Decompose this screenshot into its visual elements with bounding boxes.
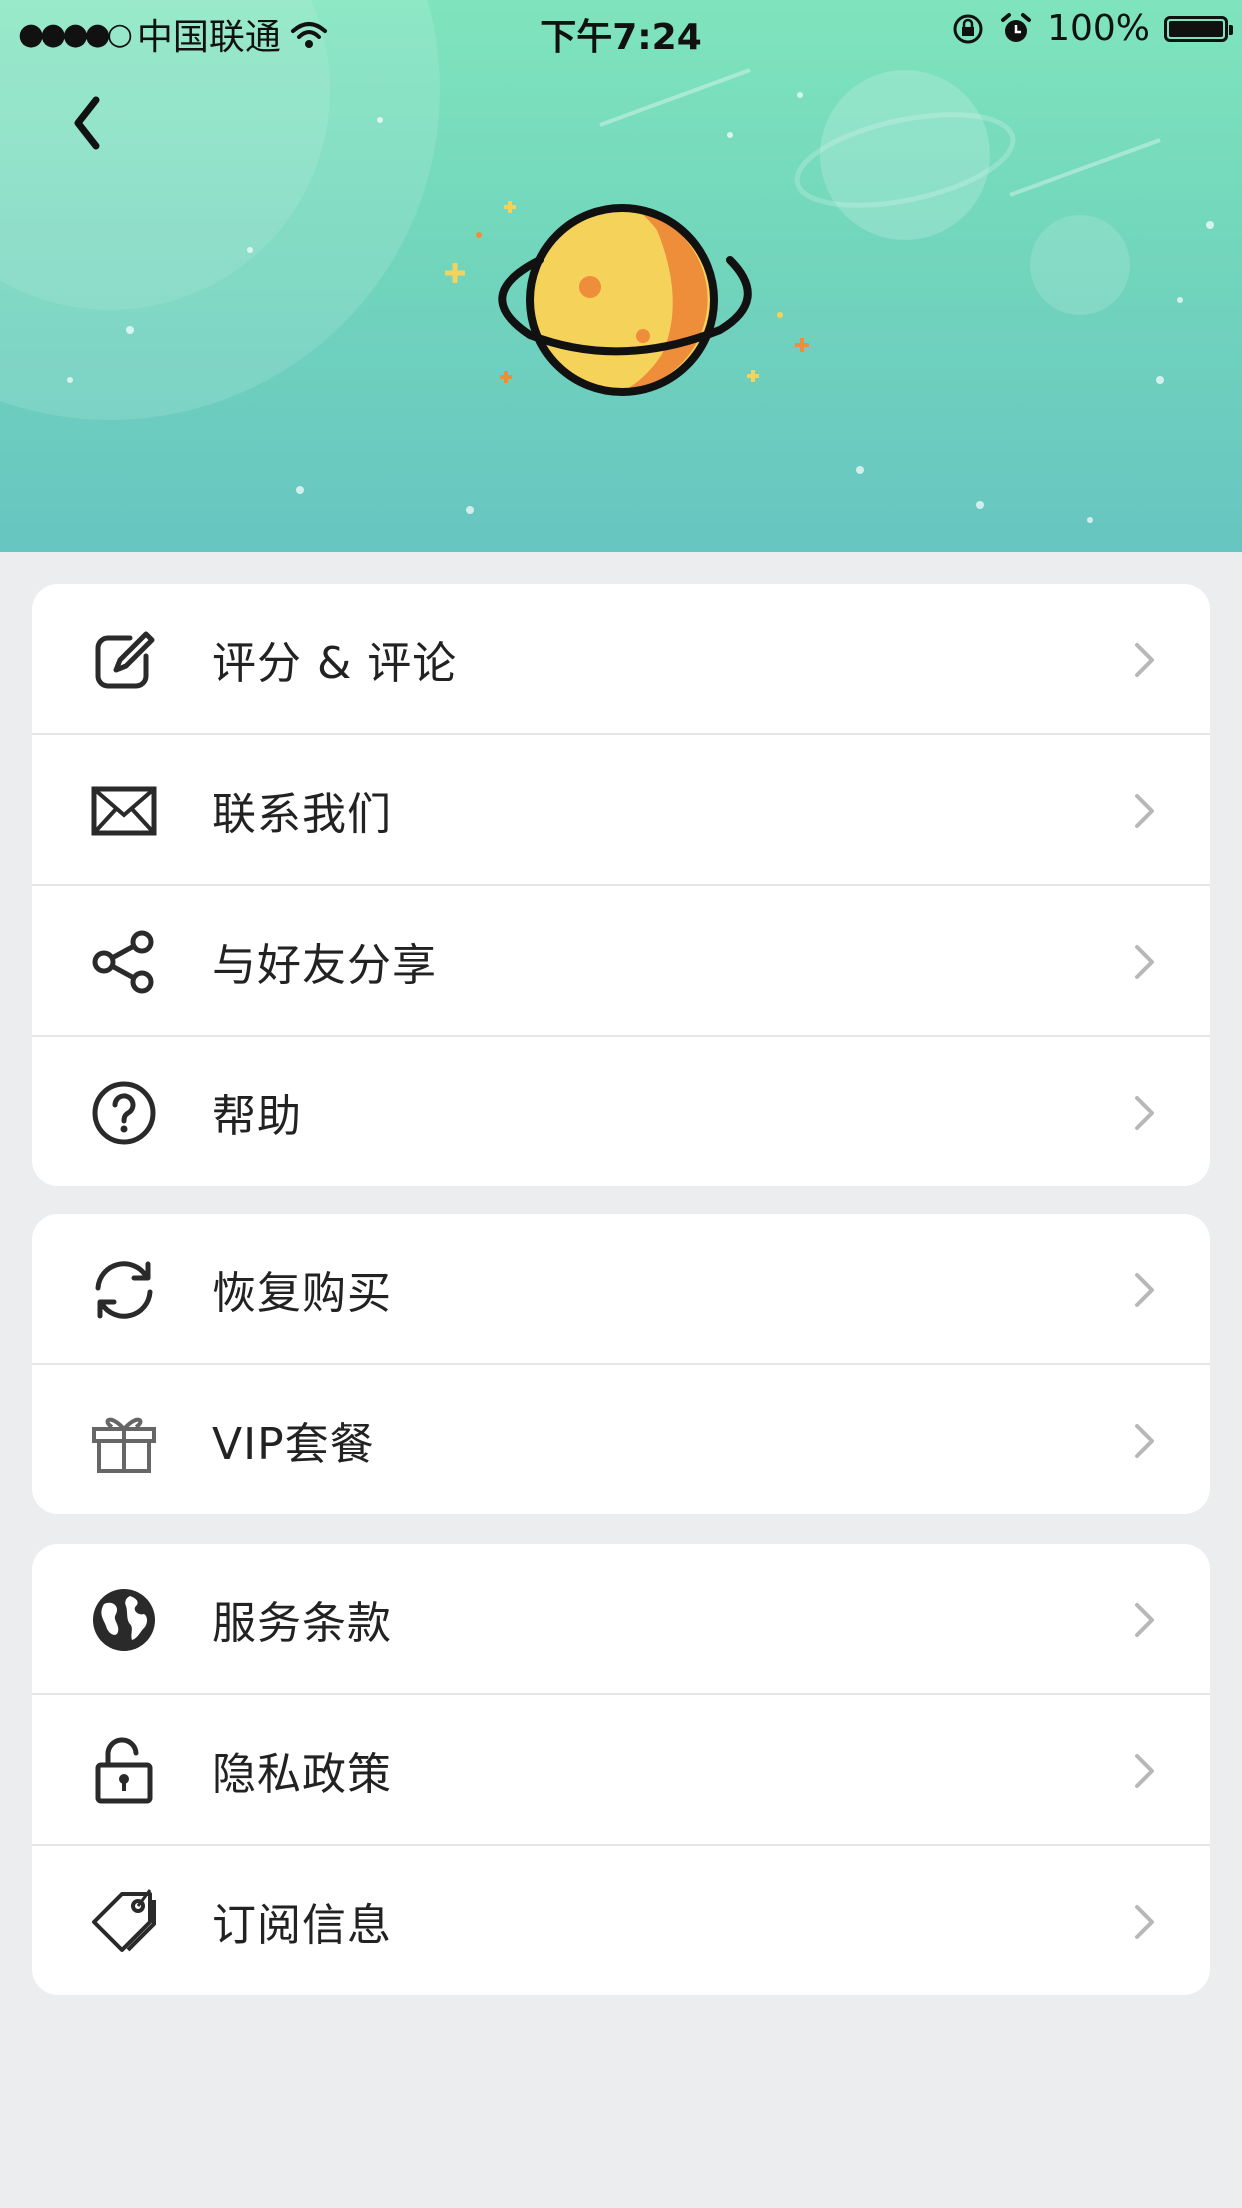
mail-icon	[91, 786, 157, 836]
menu-item-share[interactable]: 与好友分享	[32, 884, 1210, 1035]
menu-item-label: 隐私政策	[212, 1748, 392, 1800]
globe-icon	[93, 1589, 155, 1651]
menu-item-label: 服务条款	[212, 1597, 392, 1649]
back-button[interactable]	[62, 90, 142, 160]
chevron-right-icon	[1135, 1905, 1154, 1939]
menu-item-subscription-info[interactable]: 订阅信息	[32, 1844, 1210, 1995]
menu-item-label: 帮助	[212, 1090, 302, 1142]
lock-icon	[95, 1737, 153, 1804]
battery-percent: 100%	[1047, 8, 1150, 49]
help-icon	[92, 1081, 156, 1145]
share-icon	[92, 930, 154, 994]
menu-group-purchase: 恢复购买 VIP套餐	[32, 1214, 1210, 1514]
chevron-right-icon	[1135, 643, 1154, 677]
status-bar: ●●●●○ 中国联通 下午7:24 100%	[0, 0, 1242, 62]
menu-item-label: VIP套餐	[212, 1418, 375, 1470]
chevron-right-icon	[1135, 1754, 1154, 1788]
menu-item-contact-us[interactable]: 联系我们	[32, 733, 1210, 884]
menu-item-terms-of-service[interactable]: 服务条款	[32, 1544, 1210, 1693]
menu-item-label: 评分 & 评论	[212, 637, 458, 689]
menu-item-label: 恢复购买	[212, 1267, 392, 1319]
chevron-right-icon	[1135, 1424, 1154, 1458]
menu-group-legal: 服务条款 隐私政策 订阅信息	[32, 1544, 1210, 1995]
menu-item-label: 联系我们	[212, 788, 392, 840]
menu-item-label: 与好友分享	[212, 939, 437, 991]
refresh-icon	[95, 1261, 153, 1319]
menu-item-help[interactable]: 帮助	[32, 1035, 1210, 1186]
battery-icon	[1164, 15, 1233, 42]
chevron-right-icon	[1135, 1273, 1154, 1307]
menu-group-general: 评分 & 评论 联系我们 与好友分享 帮助	[32, 584, 1210, 1186]
gift-icon	[92, 1417, 156, 1473]
menu-item-vip-package[interactable]: VIP套餐	[32, 1363, 1210, 1514]
tag-icon	[92, 1889, 156, 1952]
menu-item-label: 订阅信息	[212, 1899, 392, 1951]
menu-item-restore-purchase[interactable]: 恢复购买	[32, 1214, 1210, 1363]
chevron-right-icon	[1135, 945, 1154, 979]
menu-item-rate-review[interactable]: 评分 & 评论	[32, 584, 1210, 733]
chevron-left-icon	[74, 96, 100, 150]
header-banner: ●●●●○ 中国联通 下午7:24 100%	[0, 0, 1242, 552]
alarm-icon	[1001, 12, 1032, 42]
planet-icon	[445, 201, 809, 396]
chevron-right-icon	[1135, 1096, 1154, 1130]
menu-item-privacy-policy[interactable]: 隐私政策	[32, 1693, 1210, 1844]
rotation-lock-icon	[953, 14, 983, 43]
chevron-right-icon	[1135, 794, 1154, 828]
chevron-right-icon	[1135, 1603, 1154, 1637]
edit-icon	[95, 631, 155, 689]
